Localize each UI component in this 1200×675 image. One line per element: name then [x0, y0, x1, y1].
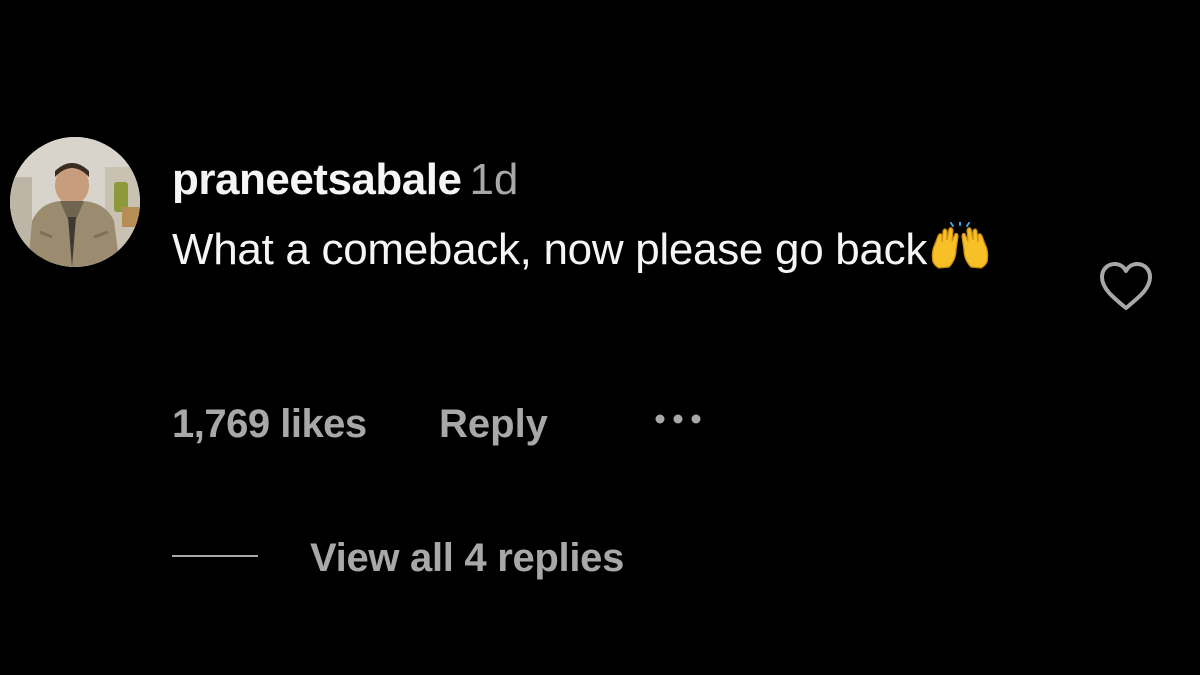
avatar-image: [10, 137, 140, 267]
reply-button[interactable]: Reply: [439, 396, 548, 452]
avatar[interactable]: [10, 137, 140, 267]
more-options-button[interactable]: [652, 398, 722, 438]
comment-header: praneetsabale 1d: [172, 150, 518, 210]
raising-hands-emoji: [929, 220, 991, 292]
username[interactable]: praneetsabale: [172, 155, 462, 204]
comment-text: What a comeback, now please go back: [172, 214, 1042, 292]
comment: praneetsabale 1d What a comeback, now ple…: [0, 0, 1200, 675]
like-button[interactable]: [1094, 256, 1158, 316]
more-options-icon: [655, 414, 701, 424]
likes-count[interactable]: 1,769 likes: [172, 396, 367, 452]
comment-body: What a comeback, now please go back: [172, 225, 928, 274]
heart-icon: [1100, 262, 1152, 310]
timestamp: 1d: [469, 155, 519, 204]
view-replies-label: View all 4 replies: [310, 536, 625, 580]
replies-divider: [172, 555, 258, 557]
